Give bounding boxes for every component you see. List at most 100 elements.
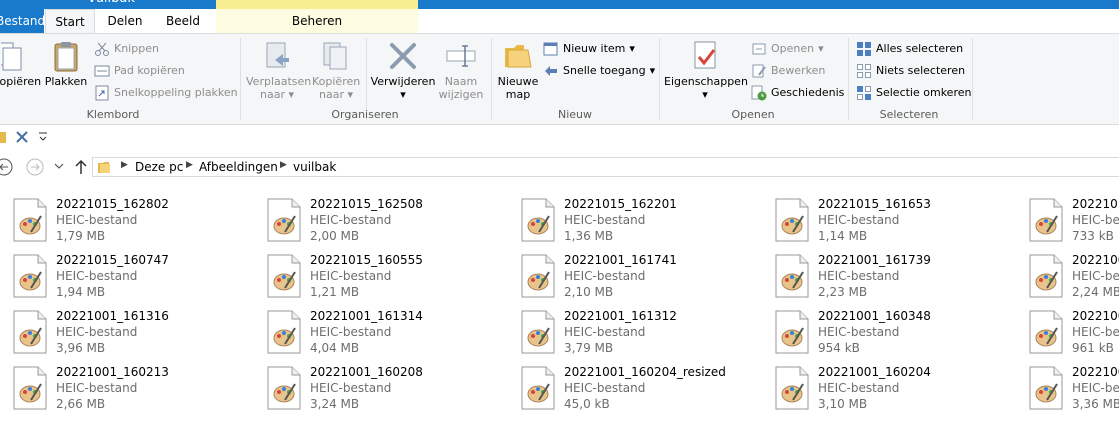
heic-file-icon [775,198,809,242]
breadcrumb-separator[interactable]: ▶ [186,160,193,170]
file-type: HEIC-bestand [56,269,138,283]
file-name: 20221001_160208 [310,365,423,379]
back-icon[interactable] [0,158,14,176]
move-to-button[interactable]: Verplaatsen naar ▾ [246,40,311,101]
group-separator [491,38,492,120]
file-item[interactable]: 2022100 HEIC-be 2,24 MB [1028,248,1119,300]
file-item[interactable]: 20221015_160747 HEIC-bestand 1,94 MB [12,248,262,300]
file-name: 2022100 [1072,365,1119,379]
properties-button[interactable]: Eigenschappen ▾ [664,40,748,101]
file-item[interactable]: 20221001_161314 HEIC-bestand 4,04 MB [266,304,516,356]
delete-button[interactable]: Verwijderen ▾ [370,40,436,101]
heic-file-icon [13,310,47,354]
copy-path-button[interactable]: Pad kopiëren [94,63,185,79]
group-label-organiseren: Organiseren [331,108,399,121]
file-item[interactable]: 20221015_160555 HEIC-bestand 1,21 MB [266,248,516,300]
file-item[interactable]: 20221015_162802 HEIC-bestand 1,79 MB [12,192,262,244]
select-none-button[interactable]: Niets selecteren [856,63,965,79]
new-item-button[interactable]: Nieuw item ▾ [543,41,635,57]
history-button[interactable]: Geschiedenis [751,85,844,101]
edit-button[interactable]: Bewerken [751,63,825,79]
file-type: HEIC-bestand [310,213,392,227]
file-name: 20221001_160348 [818,309,931,323]
new-folder-button[interactable]: Nieuwe map [496,40,540,101]
file-type: HEIC-bestand [564,381,646,395]
file-name: 20221001_161316 [56,309,169,323]
file-item[interactable]: 20221001_160204_resized HEIC-bestand 45,0 … [520,360,770,412]
recent-locations-chevron-icon[interactable] [54,163,64,171]
rename-button[interactable]: Naam wijzigen [436,40,486,101]
file-item[interactable]: 20221001_161741 HEIC-bestand 2,10 MB [520,248,770,300]
file-item[interactable]: 2022100 HEIC-be 3,36 MB [1028,360,1119,412]
file-size: 45,0 kB [564,397,610,411]
invert-selection-button[interactable]: Selectie omkeren [856,85,971,101]
file-item[interactable]: 20221001_160213 HEIC-bestand 2,66 MB [12,360,262,412]
tab-beeld[interactable]: Beeld [158,9,208,33]
forward-icon[interactable] [25,158,45,176]
file-size: 954 kB [818,341,860,355]
group-label-nieuw: Nieuw [557,108,593,121]
group-label-klembord: Klembord [86,108,140,121]
file-item[interactable]: 20221001_160348 HEIC-bestand 954 kB [774,304,1024,356]
file-name: 20221001_161312 [564,309,677,323]
file-size: 3,79 MB [564,341,614,355]
breadcrumb-vuilbak[interactable]: vuilbak [293,160,336,174]
up-arrow-icon[interactable] [74,159,88,175]
paste-button[interactable]: Plakken [44,40,88,88]
tab-start[interactable]: Start [45,9,95,33]
group-separator [972,38,973,120]
select-all-button[interactable]: Alles selecteren [856,41,963,57]
paste-shortcut-button[interactable]: Snelkoppeling plakken [94,85,238,101]
tab-bestand[interactable]: Bestand [0,9,45,33]
file-name: 2022100 [1072,253,1119,267]
qat-delete-icon[interactable] [15,130,29,144]
file-size: 961 kB [1072,341,1114,355]
file-item[interactable]: 20221015_162508 HEIC-bestand 2,00 MB [266,192,516,244]
copy-button[interactable]: Kopiëren [0,40,42,88]
file-size: 4,04 MB [310,341,360,355]
breadcrumb-afbeeldingen[interactable]: Afbeeldingen [199,160,278,174]
file-size: 1,36 MB [564,229,614,243]
easy-access-icon [545,66,557,76]
file-item[interactable]: 2022100 HEIC-be 961 kB [1028,304,1119,356]
file-name: 20221001_160213 [56,365,169,379]
file-type: HEIC-bestand [310,269,392,283]
copy-to-button[interactable]: Kopiëren naar ▾ [312,40,360,101]
easy-access-button[interactable]: Snelle toegang ▾ [543,63,655,79]
title-bar [0,0,1119,9]
file-item[interactable]: 20221001_161312 HEIC-bestand 3,79 MB [520,304,770,356]
file-type: HEIC-be [1072,213,1119,227]
file-item[interactable]: 20221001_160204 HEIC-bestand 3,10 MB [774,360,1024,412]
file-size: 1,21 MB [310,285,360,299]
file-type: HEIC-bestand [310,381,392,395]
file-type: HEIC-bestand [564,269,646,283]
file-item[interactable]: 20221015_162201 HEIC-bestand 1,36 MB [520,192,770,244]
file-size: 3,36 MB [1072,397,1119,411]
breadcrumb-separator[interactable]: ▶ [280,160,287,170]
qat-customize-icon[interactable] [38,131,48,143]
open-button[interactable]: Openen ▾ [751,41,824,57]
breadcrumb-deze-pc[interactable]: Deze pc [135,160,183,174]
heic-file-icon [775,366,809,410]
tab-delen[interactable]: Delen [100,9,150,33]
heic-file-icon [1029,198,1063,242]
heic-file-icon [267,254,301,298]
qat-folder-icon[interactable] [0,130,7,144]
rename-icon [446,45,476,67]
file-item[interactable]: 20221015_161653 HEIC-bestand 1,14 MB [774,192,1024,244]
file-name: 2022100 [1072,309,1119,323]
scissors-icon [95,42,109,56]
address-folder-icon [98,162,110,173]
folder-icon [505,45,532,68]
file-item[interactable]: 20221001_160208 HEIC-bestand 3,24 MB [266,360,516,412]
cut-button[interactable]: Knippen [94,41,159,57]
breadcrumb-separator[interactable]: ▶ [121,160,128,170]
copy-to-icon [323,42,347,70]
file-item[interactable]: 20221001_161316 HEIC-bestand 3,96 MB [12,304,262,356]
file-type: HEIC-bestand [818,381,900,395]
file-item[interactable]: 20221001_161739 HEIC-bestand 2,23 MB [774,248,1024,300]
file-size: 1,14 MB [818,229,868,243]
file-item[interactable]: 20221015 HEIC-be 733 kB [1028,192,1119,244]
tab-beheren[interactable]: Beheren [216,9,418,33]
manage-context-strip [216,0,418,9]
